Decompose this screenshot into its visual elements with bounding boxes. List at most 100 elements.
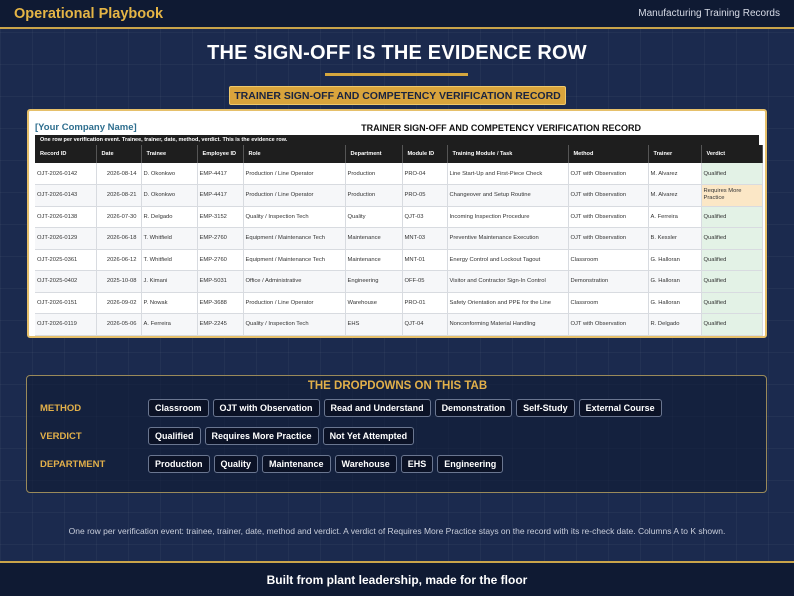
table-row[interactable]: OJT-2026-0129 2026-06-18 T. Whitfield EMP-2… (35, 227, 763, 250)
table-cell[interactable]: A. Ferreira (141, 313, 198, 336)
table-cell[interactable]: Maintenance (345, 227, 403, 250)
verdict-option-chip[interactable]: Requires More Practice (204, 427, 319, 445)
table-row[interactable]: OJT-2025-0361 2026-06-12 T. Whitfield EMP-2… (35, 249, 763, 271)
column-header[interactable]: Trainer (648, 145, 702, 163)
table-cell[interactable]: Energy Control and Lockout Tagout (447, 249, 569, 271)
table-cell[interactable]: G. Halloran (648, 292, 702, 314)
method-option-chip[interactable]: OJT with Observation (212, 399, 320, 417)
table-cell[interactable]: Qualified (701, 227, 763, 250)
table-cell[interactable]: Nonconforming Material Handling (447, 313, 569, 336)
table-cell[interactable]: Production (345, 184, 403, 207)
table-cell[interactable]: MNT-03 (402, 227, 448, 250)
table-row[interactable]: OJT-2026-0142 2026-08-14 D. Okonkwo EMP-441… (35, 163, 763, 185)
table-cell[interactable]: Classroom (568, 292, 649, 314)
table-cell[interactable]: Classroom (568, 249, 649, 271)
column-header[interactable]: Record ID (35, 145, 97, 163)
table-cell[interactable]: Demonstration (568, 270, 649, 293)
column-header[interactable]: Date (96, 145, 142, 163)
table-cell[interactable]: PRO-05 (402, 184, 448, 207)
table-cell[interactable]: Quality / Inspection Tech (243, 313, 346, 336)
table-cell[interactable]: Qualified (701, 292, 763, 314)
table-cell[interactable]: OJT-2026-0142 (35, 163, 97, 185)
verdict-option-chip[interactable]: Qualified (148, 427, 201, 445)
table-cell[interactable]: Changeover and Setup Routine (447, 184, 569, 207)
column-header[interactable]: Module ID (402, 145, 448, 163)
table-cell[interactable]: Line Start-Up and First-Piece Check (447, 163, 569, 185)
table-cell[interactable]: D. Okonkwo (141, 184, 198, 207)
table-cell[interactable]: Equipment / Maintenance Tech (243, 227, 346, 250)
column-header[interactable]: Training Module / Task (447, 145, 569, 163)
table-cell[interactable]: MNT-01 (402, 249, 448, 271)
table-cell[interactable]: QJT-03 (402, 206, 448, 228)
table-cell[interactable]: 2026-08-14 (96, 163, 142, 185)
department-option-chip[interactable]: Engineering (437, 455, 504, 473)
department-option-chip[interactable]: Production (148, 455, 210, 473)
table-cell[interactable]: B. Kessler (648, 227, 702, 250)
table-cell[interactable]: Qualified (701, 249, 763, 271)
department-option-chip[interactable]: Warehouse (334, 455, 397, 473)
table-cell[interactable]: Requires More Practice (701, 184, 763, 207)
table-cell[interactable]: OJT-2026-0143 (35, 184, 97, 207)
table-cell[interactable]: Maintenance (345, 249, 403, 271)
table-row[interactable]: OJT-2026-0119 2026-05-06 A. Ferreira EMP-22… (35, 313, 763, 336)
column-header[interactable]: Trainee (141, 145, 198, 163)
table-row[interactable]: OJT-2026-0143 2026-08-21 D. Okonkwo EMP-441… (35, 184, 763, 207)
table-cell[interactable]: PRO-04 (402, 163, 448, 185)
table-cell[interactable]: EMP-4417 (197, 163, 244, 185)
table-cell[interactable]: Safety Orientation and PPE for the Line (447, 292, 569, 314)
table-cell[interactable]: OJT-2026-0119 (35, 313, 97, 336)
method-option-chip[interactable]: Self-Study (516, 399, 575, 417)
table-cell[interactable]: M. Alvarez (648, 163, 702, 185)
table-row[interactable]: OJT-2026-0138 2026-07-30 R. Delgado EMP-315… (35, 206, 763, 228)
table-cell[interactable]: OJT-2026-0151 (35, 292, 97, 314)
table-cell[interactable]: Visitor and Contractor Sign-In Control (447, 270, 569, 293)
table-cell[interactable]: Quality / Inspection Tech (243, 206, 346, 228)
table-cell[interactable]: 2026-08-21 (96, 184, 142, 207)
table-cell[interactable]: 2026-06-12 (96, 249, 142, 271)
table-cell[interactable]: M. Alvarez (648, 184, 702, 207)
table-cell[interactable]: PRO-01 (402, 292, 448, 314)
table-cell[interactable]: OJT with Observation (568, 163, 649, 185)
table-cell[interactable]: G. Halloran (648, 249, 702, 271)
table-cell[interactable]: Engineering (345, 270, 403, 293)
table-cell[interactable]: R. Delgado (648, 313, 702, 336)
column-header[interactable]: Verdict (701, 145, 763, 163)
department-option-chip[interactable]: EHS (400, 455, 434, 473)
table-cell[interactable]: J. Kimani (141, 270, 198, 293)
department-option-chip[interactable]: Quality (213, 455, 259, 473)
table-cell[interactable]: OJT with Observation (568, 227, 649, 250)
table-cell[interactable]: Equipment / Maintenance Tech (243, 249, 346, 271)
table-cell[interactable]: OJT with Observation (568, 184, 649, 207)
table-cell[interactable]: OJT with Observation (568, 206, 649, 228)
table-cell[interactable]: EMP-3152 (197, 206, 244, 228)
table-cell[interactable]: Incoming Inspection Procedure (447, 206, 569, 228)
verdict-option-chip[interactable]: Not Yet Attempted (322, 427, 415, 445)
department-option-chip[interactable]: Maintenance (262, 455, 331, 473)
table-cell[interactable]: 2025-10-08 (96, 270, 142, 293)
table-cell[interactable]: A. Ferreira (648, 206, 702, 228)
table-cell[interactable]: EMP-4417 (197, 184, 244, 207)
table-cell[interactable]: Production / Line Operator (243, 292, 346, 314)
method-option-chip[interactable]: Demonstration (434, 399, 513, 417)
table-cell[interactable]: Qualified (701, 206, 763, 228)
table-cell[interactable]: Production / Line Operator (243, 184, 346, 207)
table-cell[interactable]: 2026-05-06 (96, 313, 142, 336)
table-cell[interactable]: OJT-2026-0138 (35, 206, 97, 228)
table-cell[interactable]: OJT with Observation (568, 313, 649, 336)
table-cell[interactable]: T. Whitfield (141, 227, 198, 250)
table-cell[interactable]: P. Nowak (141, 292, 198, 314)
table-cell[interactable]: OJT-2025-0361 (35, 249, 97, 271)
table-cell[interactable]: Qualified (701, 163, 763, 185)
table-cell[interactable]: Qualified (701, 313, 763, 336)
table-cell[interactable]: EMP-2760 (197, 249, 244, 271)
table-cell[interactable]: D. Okonkwo (141, 163, 198, 185)
table-cell[interactable]: T. Whitfield (141, 249, 198, 271)
table-cell[interactable]: Quality (345, 206, 403, 228)
table-cell[interactable]: Warehouse (345, 292, 403, 314)
table-cell[interactable]: OJT-2026-0129 (35, 227, 97, 250)
table-cell[interactable]: EMP-2760 (197, 227, 244, 250)
table-cell[interactable]: Production (345, 163, 403, 185)
table-cell[interactable]: EHS (345, 313, 403, 336)
table-row[interactable]: OJT-2026-0151 2026-09-02 P. Nowak EMP-3688 P… (35, 292, 763, 314)
table-cell[interactable]: EMP-5031 (197, 270, 244, 293)
